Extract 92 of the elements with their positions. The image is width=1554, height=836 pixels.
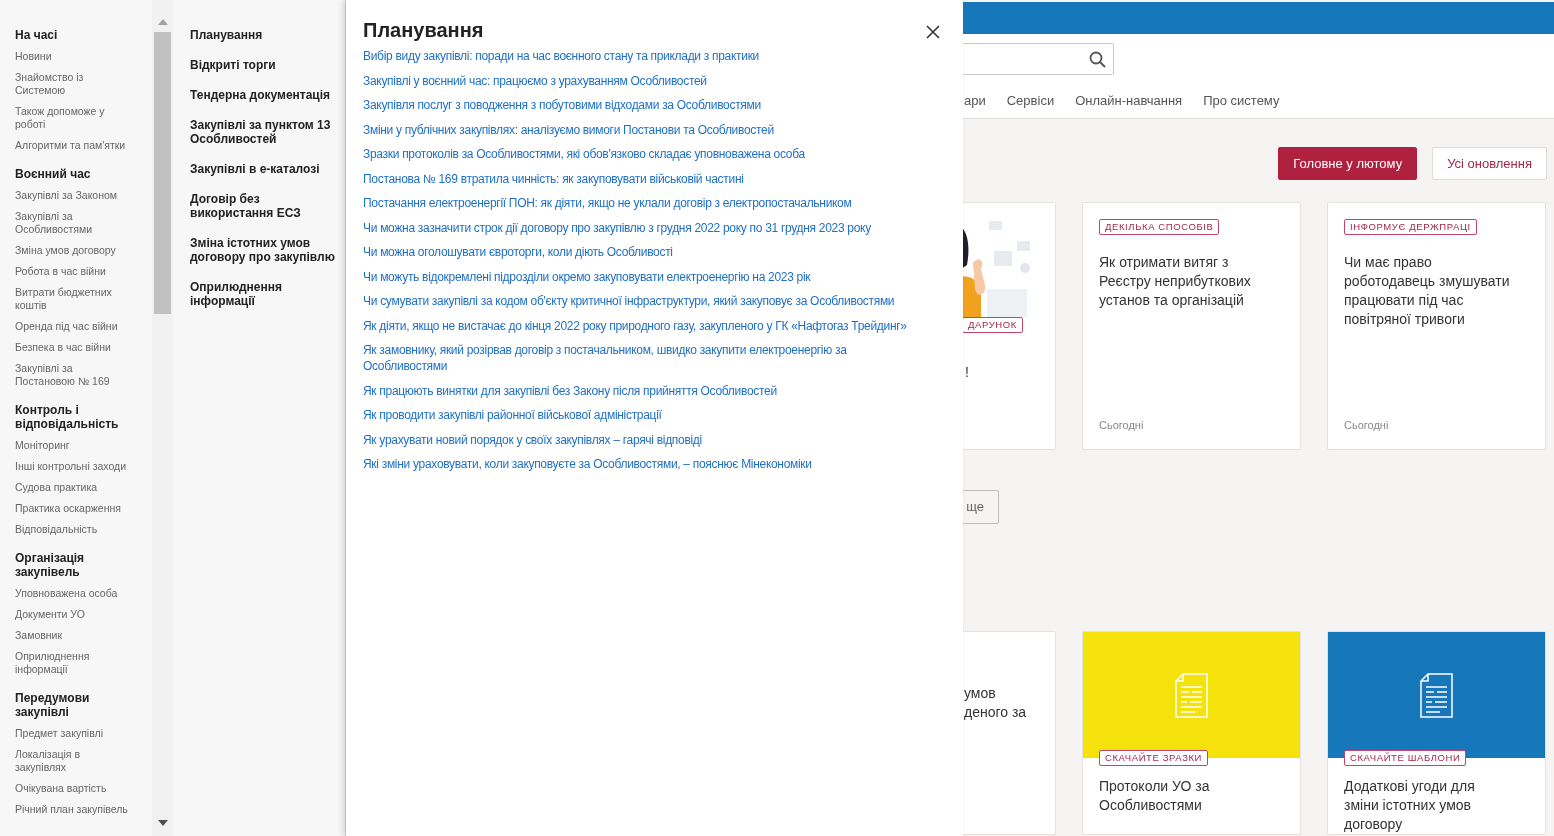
article-link[interactable]: Зміни у публічних закупівлях: аналізуємо вимоги Постанови та Особливостей: [363, 121, 774, 138]
card-title[interactable]: !: [963, 363, 1055, 382]
document-icon: [1175, 672, 1208, 718]
article-link[interactable]: Як замовнику, який розірвав договір з постачальником, швидко закупити електроенергію за Особливостями: [363, 342, 913, 374]
submenu-item[interactable]: Оприлюднення інформації: [190, 280, 341, 308]
sidebar-item[interactable]: Безпека в час війни: [15, 341, 133, 354]
sidebar-item[interactable]: Локалізація в закупівлях: [15, 748, 133, 774]
card[interactable]: ДЕКІЛЬКА СПОСОБІВ Як отримати витяг з Реєстру неприбуткових установ та організацій Сьогодні: [1082, 202, 1301, 450]
sidebar-item[interactable]: Очікувана вартість: [15, 782, 133, 795]
tag: СКАЧАЙТЕ ЗРАЗКИ: [1099, 750, 1209, 766]
article-link[interactable]: Вибір виду закупівлі: поради на час воєнного стану та приклади з практики: [363, 48, 760, 64]
sidebar-item[interactable]: Практика оскарження: [15, 502, 133, 515]
article-link[interactable]: Закупівля послуг з поводження з побутовими відходами за Особливостями: [363, 97, 761, 113]
sidebar-heading[interactable]: Організація закупівель: [15, 551, 133, 579]
sidebar-heading[interactable]: Передумови закупівлі: [15, 691, 133, 719]
scroll-up-icon[interactable]: [157, 19, 168, 25]
sidebar-item[interactable]: Зміна умов договору: [15, 244, 133, 257]
tag: ДАРУНОК: [963, 317, 1023, 333]
card-title[interactable]: Додаткові угоди для зміни істотних умов договору: [1328, 777, 1545, 834]
card-title[interactable]: деного за: [963, 703, 1055, 722]
article-link[interactable]: Постачання електроенергії ПОН: як діяти, якщо не уклали договір з електропостачальником: [363, 195, 852, 211]
sidebar-item[interactable]: Моніторинг: [15, 439, 133, 452]
sidebar-item[interactable]: Документи УО: [15, 608, 133, 621]
card[interactable]: СКАЧАЙТЕ ШАБЛОНИ Додаткові угоди для зміни істотних умов договору: [1327, 631, 1546, 835]
card[interactable]: ДАРУНОК !: [963, 202, 1056, 450]
sidebar-item[interactable]: Також допоможе у роботі: [15, 105, 133, 131]
sidebar-item[interactable]: Відповідальність: [15, 523, 133, 536]
sidebar-item[interactable]: Витрати бюджетних коштів: [15, 286, 133, 312]
sidebar-item[interactable]: Інші контрольні заходи: [15, 460, 133, 473]
card-title[interactable]: Чи має право роботодавець змушувати працювати під час повітряної тривоги: [1344, 253, 1517, 329]
article-link[interactable]: Чи можуть відокремлені підрозділи окремо закуповувати електроенергію на 2023 рік: [363, 268, 811, 285]
sidebar-item[interactable]: Річний план закупівель: [15, 803, 133, 816]
scroll-down-icon[interactable]: [157, 820, 168, 826]
submenu-item[interactable]: Відкриті торги: [190, 58, 341, 72]
article-link[interactable]: Як урахувати новий порядок у своїх закупівлях – гарячі відповіді: [363, 431, 702, 448]
card-title[interactable]: умов: [963, 684, 1055, 703]
sidebar-heading[interactable]: Контроль і відповідальність: [15, 403, 133, 431]
scrollbar[interactable]: [152, 0, 173, 836]
article-link[interactable]: Як діяти, якщо не вистачає до кінця 2022 року природного газу, закупленого у ГК «Нафтогаз Трейдинг»: [363, 317, 907, 334]
sidebar-item[interactable]: Судова практика: [15, 481, 133, 494]
card-date: Сьогодні: [1344, 417, 1390, 433]
submenu-item[interactable]: Планування: [190, 28, 341, 42]
submenu-item[interactable]: Тендерна документація: [190, 88, 341, 102]
submenu-item[interactable]: Договір без використання ЕСЗ: [190, 192, 341, 220]
nav-link[interactable]: Сервіси: [1006, 91, 1055, 111]
article-link[interactable]: Постанова № 169 втратила чинність: як закуповувати військовій частині: [363, 170, 744, 187]
close-icon[interactable]: [926, 25, 940, 39]
article-link[interactable]: Як працюють винятки для закупівлі без Закону після прийняття Особливостей: [363, 382, 777, 399]
card[interactable]: СКАЧАЙТЕ ЗРАЗКИ Протоколи УО за Особливостями: [1082, 631, 1301, 835]
sidebar-item[interactable]: Закупівлі за Законом: [15, 189, 133, 202]
sidebar-item[interactable]: Замовник: [15, 629, 133, 642]
article-link[interactable]: Які зміни ураховувати, коли закуповуєте за Особливостями, – пояснює Мінекономіки: [363, 456, 812, 472]
search-field[interactable]: [963, 43, 1114, 75]
article-link[interactable]: Чи можна зазначити строк дії договору про закупівлю з грудня 2022 року по 31 грудня 2023 року: [363, 219, 871, 236]
scrollbar-thumb[interactable]: [154, 32, 171, 314]
card-title[interactable]: Як отримати витяг з Реєстру неприбуткових установ та організацій: [1099, 253, 1272, 310]
tag: ІНФОРМУЄ ДЕРЖПРАЦІ: [1344, 219, 1477, 235]
sidebar-item[interactable]: Знайомство із Системою: [15, 71, 133, 97]
tag: СКАЧАЙТЕ ШАБЛОНИ: [1344, 750, 1467, 766]
sidebar-item[interactable]: Закупівлі за Особливостями: [15, 210, 133, 236]
card[interactable]: ІНФОРМУЄ ДЕРЖПРАЦІ Чи має право роботодавець змушувати працювати під час повітряної тривоги Сьогодні: [1327, 202, 1546, 450]
sidebar-item[interactable]: Предмет закупівлі: [15, 727, 133, 740]
panel-title: Планування: [363, 18, 484, 42]
document-icon: [1420, 672, 1453, 718]
card-title[interactable]: Протоколи УО за Особливостями: [1083, 777, 1300, 815]
article-link[interactable]: Закупівлі у воєнний час: працюємо з урахуванням Особливостей: [363, 72, 707, 89]
article-link[interactable]: Чи сумувати закупівлі за кодом об'єкту критичної інфраструктури, який закуповує за Особливостями: [363, 293, 895, 309]
nav-link[interactable]: Про систему: [1203, 91, 1280, 111]
card-date: Сьогодні: [1099, 417, 1145, 433]
sidebar-heading[interactable]: На часі: [15, 28, 133, 42]
submenu-item[interactable]: Зміна істотних умов договору про закупівлю: [190, 236, 341, 264]
submenu-item[interactable]: Закупівлі за пунктом 13 Особливостей: [190, 118, 341, 146]
nav-link[interactable]: Онлайн-навчання: [1075, 91, 1183, 111]
article-link[interactable]: Зразки протоколів за Особливостями, які обов'язково складає уповноважена особа: [363, 146, 805, 162]
sidebar-item[interactable]: Новини: [15, 50, 133, 63]
submenu-item[interactable]: Закупівлі в е-каталозі: [190, 162, 341, 176]
card[interactable]: умов деного за: [963, 631, 1056, 835]
tab-button[interactable]: Усі оновлення: [1432, 147, 1547, 180]
sidebar-item[interactable]: Оприлюднення інформації: [15, 650, 133, 676]
sidebar-item[interactable]: Оренда під час війни: [15, 320, 133, 333]
sidebar-heading[interactable]: Воєнний час: [15, 167, 133, 181]
article-link[interactable]: Як проводити закупівлі районної військової адміністрації: [363, 407, 662, 423]
sidebar-item[interactable]: Робота в час війни: [15, 265, 133, 278]
search-icon[interactable]: [1089, 50, 1106, 68]
tab-button[interactable]: Головне у лютому: [1278, 147, 1418, 180]
sidebar-item[interactable]: Алгоритми та пам'ятки: [15, 139, 133, 152]
sidebar-item[interactable]: Уповноважена особа: [15, 587, 133, 600]
more-button[interactable]: ще: [963, 490, 999, 524]
article-link[interactable]: Чи можна оголошувати євроторги, коли діють Особливості: [363, 244, 673, 260]
sidebar-item[interactable]: Закупівлі за Постановою № 169: [15, 362, 133, 388]
tag: ДЕКІЛЬКА СПОСОБІВ: [1099, 219, 1220, 235]
nav-link[interactable]: ари: [963, 91, 986, 111]
